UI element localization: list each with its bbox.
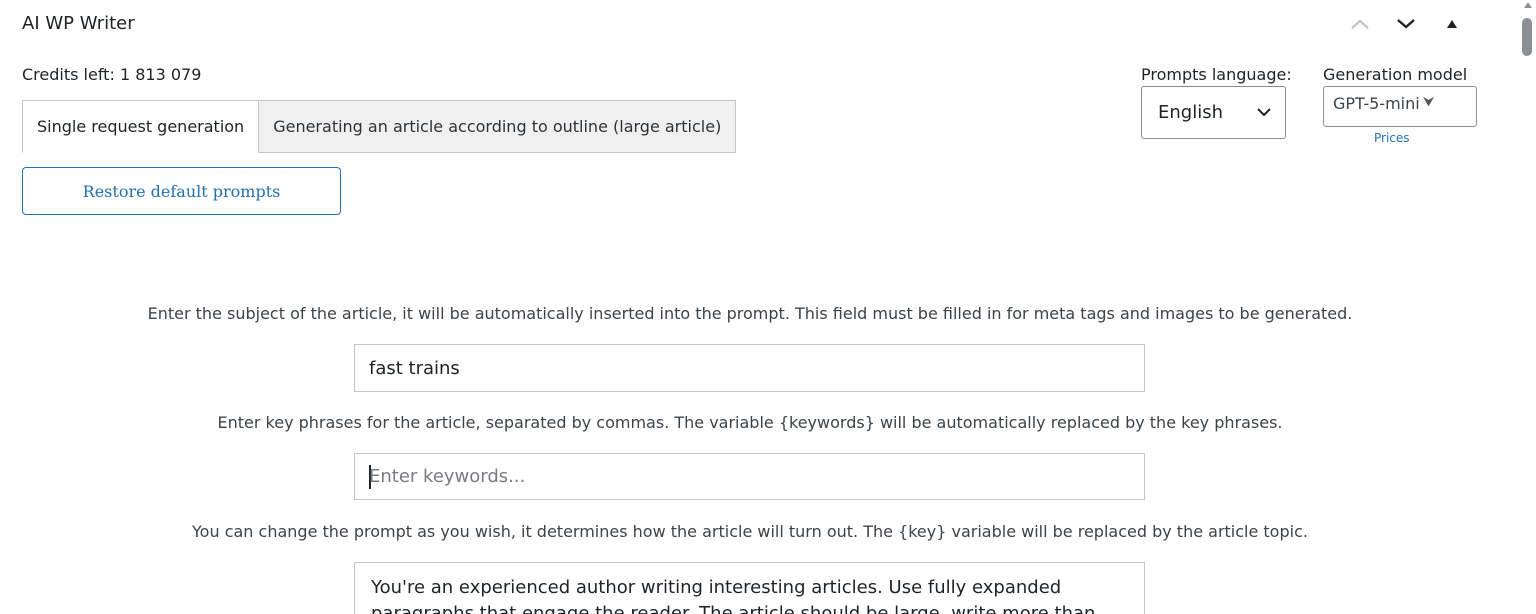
- prices-link[interactable]: Prices: [1374, 131, 1410, 145]
- toggle-panel-button[interactable]: [1436, 10, 1468, 38]
- generation-model-value: GPT-5-mini: [1333, 94, 1420, 113]
- generation-model-label: Generation model: [1323, 65, 1468, 84]
- prompts-language-label: Prompts language:: [1141, 65, 1292, 84]
- scrollbar[interactable]: [1520, 0, 1536, 614]
- subject-input[interactable]: fast trains: [354, 344, 1145, 392]
- keywords-placeholder: Enter keywords...: [369, 466, 526, 487]
- chevron-down-icon: [1257, 108, 1271, 117]
- prompt-textarea[interactable]: You're an experienced author writing int…: [354, 562, 1145, 614]
- triangle-up-icon: [1447, 20, 1457, 28]
- panel-title: AI WP Writer: [22, 13, 135, 34]
- prompts-language-group: Prompts language: English: [1141, 65, 1292, 139]
- move-up-button[interactable]: [1344, 10, 1376, 38]
- prompts-language-value: English: [1158, 102, 1223, 123]
- restore-default-prompts-button[interactable]: Restore default prompts: [22, 167, 341, 215]
- prompt-help-text: You can change the prompt as you wish, i…: [192, 522, 1308, 541]
- keywords-help-text: Enter key phrases for the article, separ…: [217, 413, 1283, 432]
- chevron-up-icon: [1351, 19, 1369, 29]
- generation-model-select[interactable]: GPT-5-mini ⮟: [1323, 86, 1477, 127]
- chevron-down-icon: [1397, 19, 1415, 29]
- generation-tabs: Single request generation Generating an …: [22, 100, 737, 153]
- prompts-language-select[interactable]: English: [1141, 86, 1286, 139]
- credits-left: Credits left: 1 813 079: [22, 65, 201, 84]
- generation-model-group: Generation model GPT-5-mini ⮟: [1323, 65, 1477, 127]
- scrollbar-thumb[interactable]: [1522, 18, 1532, 56]
- dropdown-caret-icon: ⮟: [1422, 94, 1435, 110]
- tab-single-request[interactable]: Single request generation: [22, 100, 260, 153]
- scroll-up-arrow-icon[interactable]: [1523, 0, 1533, 10]
- panel-controls: [1344, 10, 1482, 38]
- subject-help-text: Enter the subject of the article, it wil…: [147, 304, 1353, 323]
- credits-label: Credits left:: [22, 65, 115, 84]
- move-down-button[interactable]: [1390, 10, 1422, 38]
- subject-value: fast trains: [369, 357, 460, 379]
- credits-value: 1 813 079: [119, 65, 202, 84]
- keywords-input[interactable]: Enter keywords...: [354, 453, 1145, 500]
- tab-outline-article[interactable]: Generating an article according to outli…: [259, 100, 737, 153]
